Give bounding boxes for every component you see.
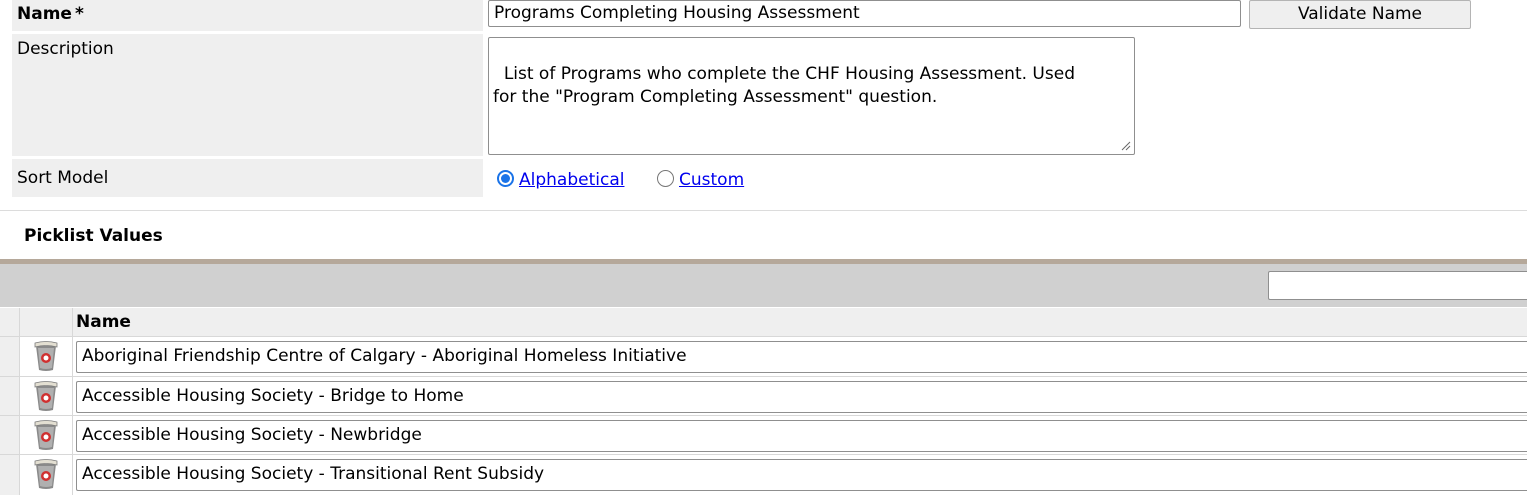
table-row: Accessible Housing Society - Bridge to H…	[0, 377, 1527, 416]
validate-name-button[interactable]: Validate Name	[1249, 0, 1471, 29]
name-label-cell: Name *	[12, 0, 483, 31]
row-name-value: Accessible Housing Society - Transitiona…	[82, 464, 545, 484]
description-label-cell: Description	[12, 34, 483, 156]
table-row: Aboriginal Friendship Centre of Calgary …	[0, 337, 1527, 377]
sort-alphabetical-radio[interactable]	[497, 170, 514, 187]
table-row: Accessible Housing Society - Transitiona…	[0, 455, 1527, 495]
table-row: Accessible Housing Society - Newbridge	[0, 416, 1527, 455]
picklist-section-title: Picklist Values	[24, 226, 163, 246]
trash-can-icon[interactable]	[33, 340, 59, 372]
trash-can-icon[interactable]	[33, 380, 59, 412]
row-name-input[interactable]: Accessible Housing Society - Bridge to H…	[76, 381, 1527, 413]
row-selector[interactable]	[0, 337, 19, 377]
row-selector[interactable]	[0, 416, 19, 455]
trash-can-icon[interactable]	[33, 458, 59, 490]
description-label: Description	[17, 39, 114, 59]
sort-alphabetical-link[interactable]: Alphabetical	[519, 169, 624, 191]
sort-model-label-cell: Sort Model	[12, 159, 483, 197]
picklist-filter-input[interactable]	[1268, 271, 1527, 300]
section-divider	[0, 210, 1527, 211]
row-name-value: Accessible Housing Society - Bridge to H…	[82, 386, 464, 406]
name-input[interactable]: Programs Completing Housing Assessment	[488, 0, 1241, 27]
row-name-input[interactable]: Accessible Housing Society - Newbridge	[76, 420, 1527, 452]
row-name-value: Aboriginal Friendship Centre of Calgary …	[82, 346, 687, 366]
row-selector[interactable]	[0, 377, 19, 416]
name-label: Name	[17, 4, 72, 24]
resize-grip-icon[interactable]	[1121, 141, 1131, 151]
row-name-input[interactable]: Aboriginal Friendship Centre of Calgary …	[76, 341, 1527, 373]
name-column-header[interactable]: Name	[76, 311, 131, 333]
sort-model-label: Sort Model	[17, 168, 109, 188]
sort-custom-radio[interactable]	[657, 170, 674, 187]
description-value: List of Programs who complete the CHF Ho…	[493, 64, 1075, 107]
sort-custom-link[interactable]: Custom	[679, 169, 744, 191]
name-input-value: Programs Completing Housing Assessment	[494, 3, 860, 23]
row-name-input[interactable]: Accessible Housing Society - Transitiona…	[76, 459, 1527, 491]
row-selector[interactable]	[0, 455, 19, 495]
row-name-value: Accessible Housing Society - Newbridge	[82, 425, 422, 445]
description-textarea[interactable]: List of Programs who complete the CHF Ho…	[488, 37, 1135, 155]
required-marker: *	[74, 4, 84, 24]
picklist-header-row	[0, 308, 1527, 336]
trash-can-icon[interactable]	[33, 419, 59, 451]
